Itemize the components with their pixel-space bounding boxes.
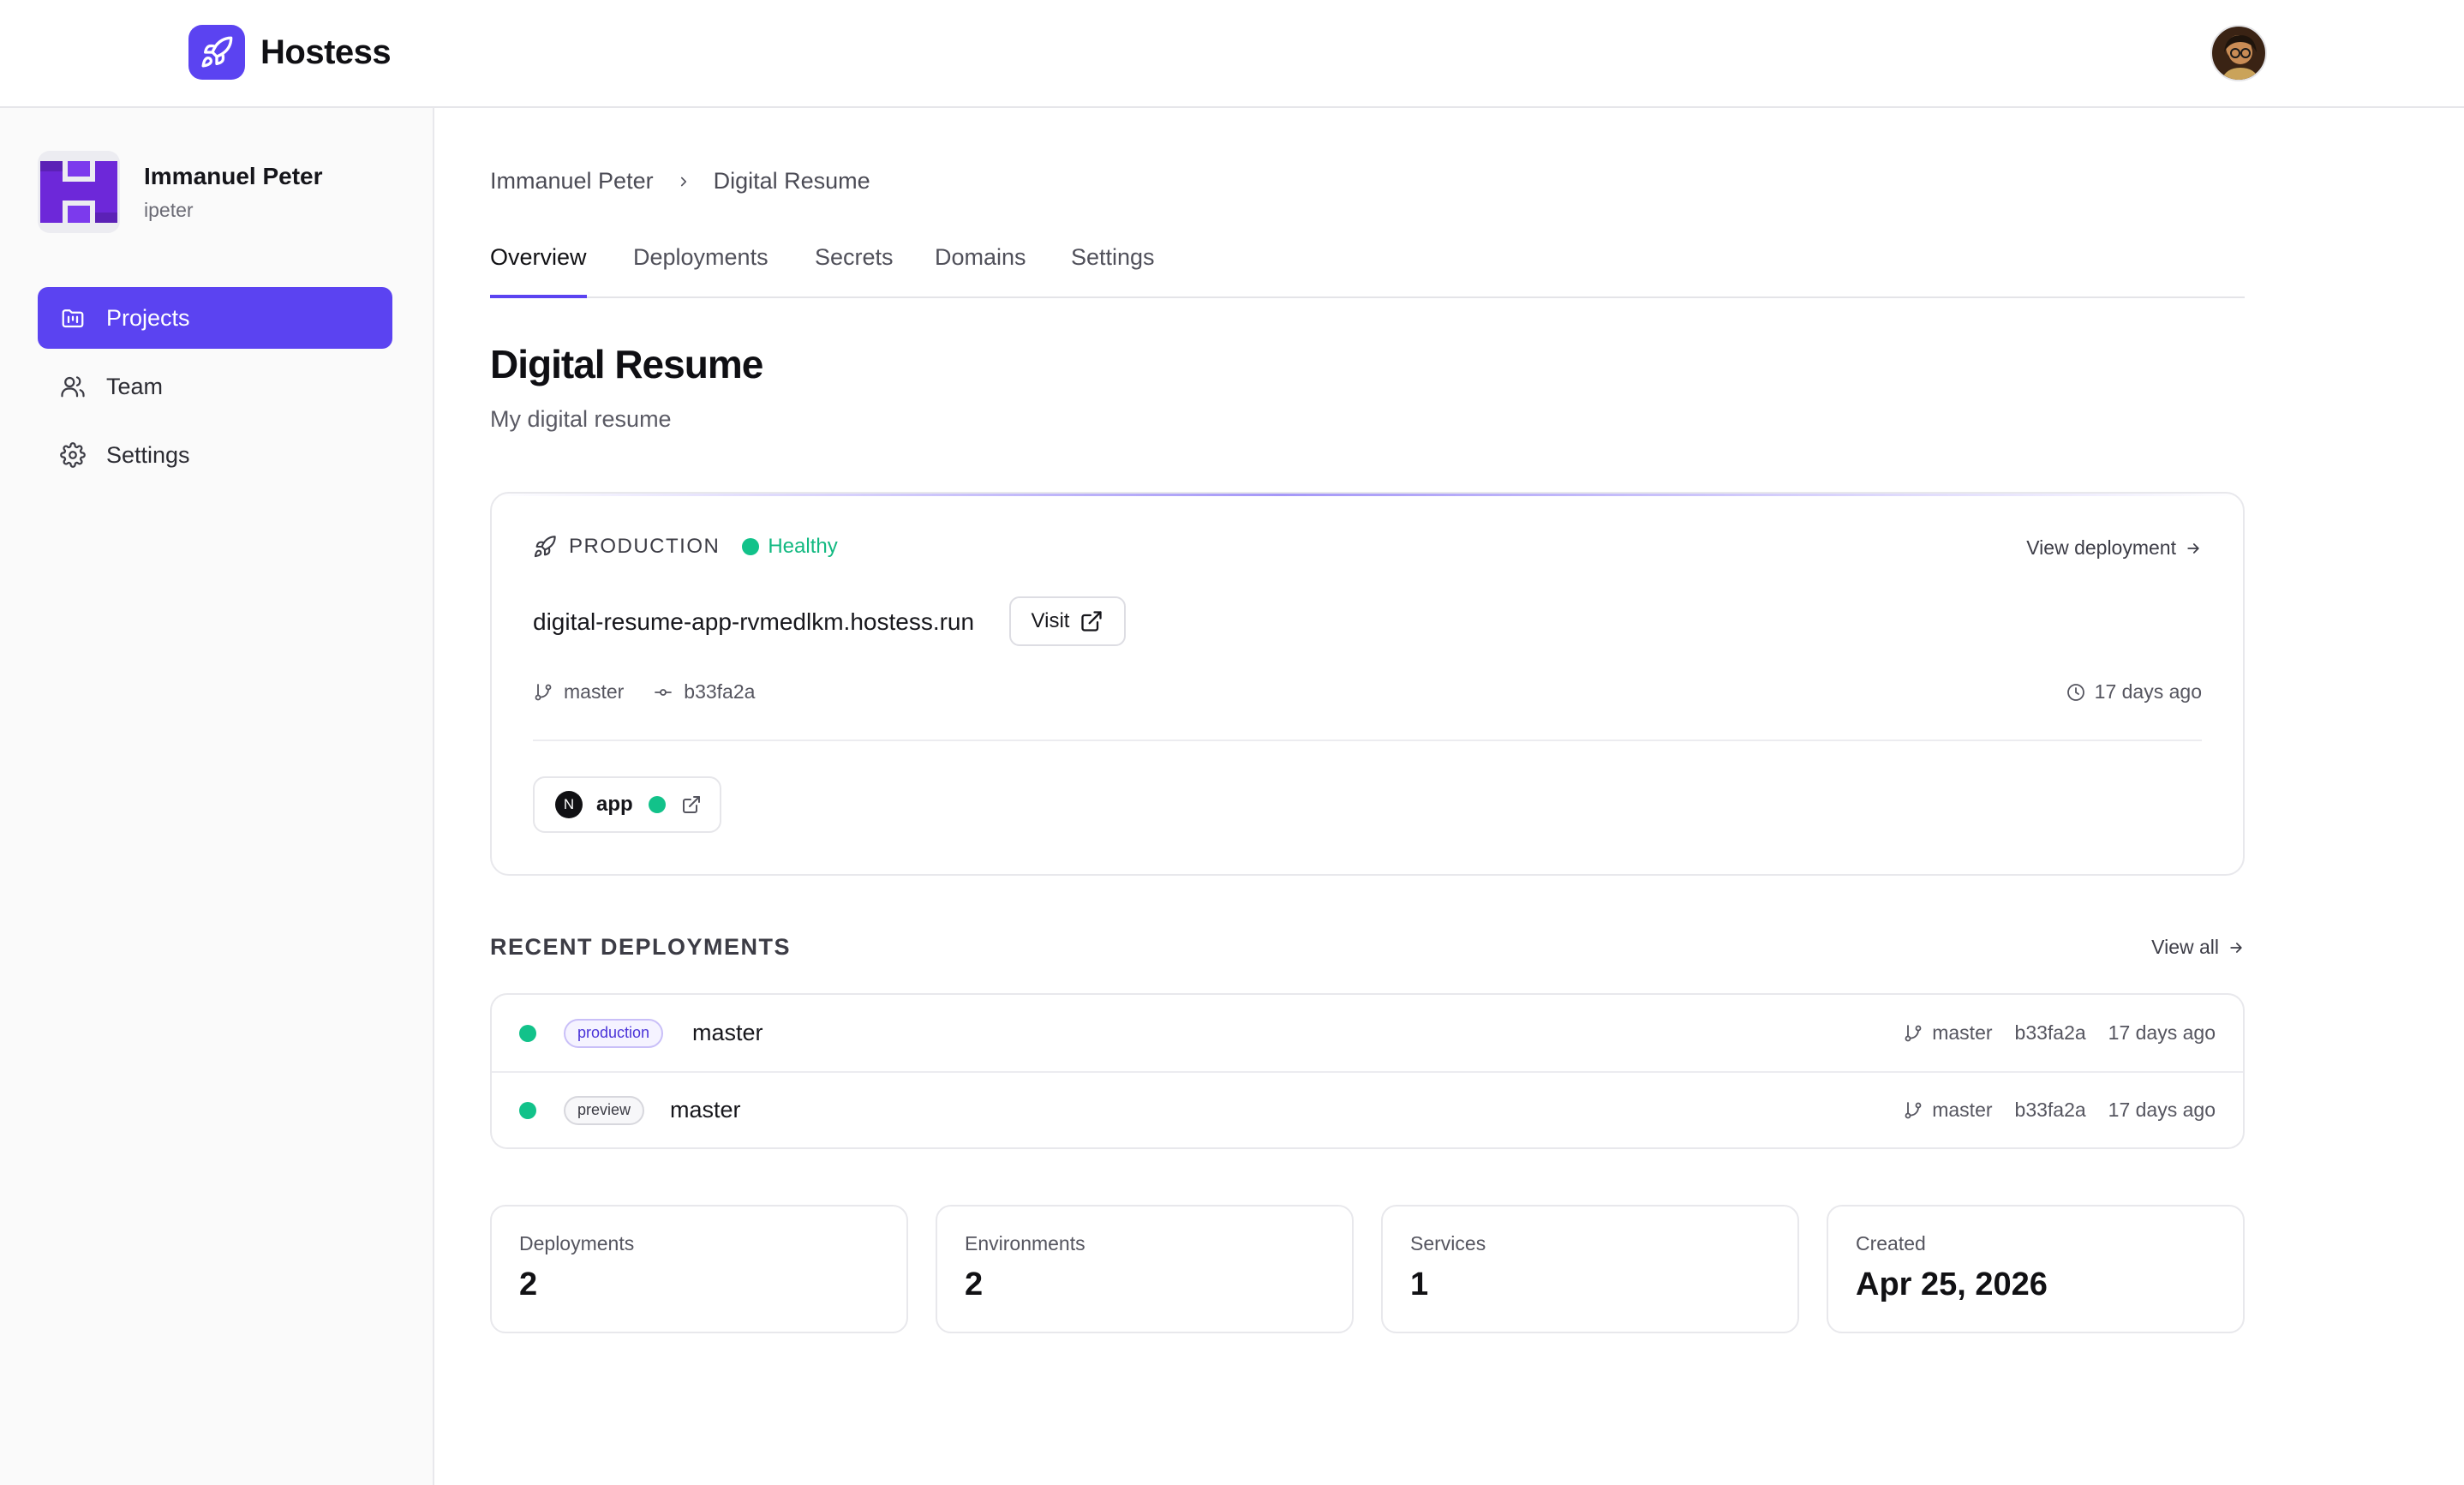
deployments-list: production master master b33fa2a 17 days…	[490, 993, 2245, 1149]
commit-hash: b33fa2a	[2014, 1021, 2086, 1044]
divider	[533, 740, 2202, 741]
stat-label: Environments	[965, 1232, 1085, 1254]
sidebar-item-label: Team	[106, 373, 164, 399]
visit-button-label: Visit	[1031, 609, 1070, 632]
git-branch-icon	[533, 682, 553, 703]
sidebar-item-projects[interactable]: Projects	[38, 287, 392, 349]
gear-icon	[58, 440, 87, 470]
stat-value: 2	[519, 1266, 538, 1302]
environment-badge: production	[564, 1018, 664, 1048]
git-branch-icon	[1903, 1100, 1923, 1121]
chevron-right-icon	[676, 174, 691, 189]
service-name: app	[596, 793, 633, 816]
git-commit-icon	[653, 682, 673, 703]
nextjs-icon: N	[555, 791, 583, 818]
deployment-branch: master	[692, 1020, 763, 1045]
stat-value: 1	[1410, 1266, 1429, 1302]
org-handle: ipeter	[144, 198, 194, 221]
tab-deployments[interactable]: Deployments	[633, 237, 769, 298]
meta-branch: master	[1932, 1099, 1993, 1121]
view-all-link[interactable]: View all	[2151, 936, 2245, 959]
sidebar-item-label: Settings	[106, 441, 190, 468]
status-badge: Healthy	[768, 535, 838, 558]
deployment-meta: master b33fa2a 17 days ago	[1903, 1099, 2216, 1122]
sidebar-item-settings[interactable]: Settings	[38, 424, 392, 486]
folder-icon	[58, 303, 87, 332]
stat-label: Created	[1856, 1232, 1926, 1254]
production-meta: master b33fa2a	[533, 680, 755, 704]
breadcrumb: Immanuel Peter Digital Resume	[490, 168, 870, 195]
visit-button[interactable]: Visit	[1009, 596, 1126, 646]
clock-icon	[2066, 682, 2086, 703]
rocket-icon	[533, 535, 557, 559]
project-description: My digital resume	[490, 406, 672, 432]
top-bar: Hostess	[0, 0, 2464, 108]
sidebar-item-team[interactable]: Team	[38, 356, 392, 417]
deployment-row[interactable]: production master master b33fa2a 17 days…	[492, 995, 2243, 1071]
deployment-row[interactable]: preview master master b33fa2a 17 days ag…	[492, 1071, 2243, 1147]
rocket-logo-icon	[188, 25, 245, 80]
status-dot	[519, 1024, 536, 1042]
stat-created: Created Apr 25, 2026	[1827, 1205, 2245, 1333]
breadcrumb-org-link[interactable]: Immanuel Peter	[490, 168, 654, 195]
stat-deployments: Deployments 2	[490, 1205, 908, 1333]
stat-label: Services	[1410, 1232, 1486, 1254]
tab-domains[interactable]: Domains	[935, 237, 1026, 298]
sidebar-nav: Projects Team Settings	[38, 287, 392, 493]
stat-value: 2	[965, 1266, 984, 1302]
view-deployment-link[interactable]: View deployment	[2026, 536, 2202, 560]
production-card: PRODUCTION Healthy View deployment digit…	[490, 492, 2245, 876]
page-title: Digital Resume	[490, 342, 763, 386]
environment-badge: preview	[564, 1095, 645, 1125]
production-url[interactable]: digital-resume-app-rvmedlkm.hostess.run	[533, 608, 974, 636]
deploy-time: 17 days ago	[2108, 1021, 2216, 1044]
deploy-time-label: 17 days ago	[2094, 680, 2202, 703]
deploy-time: 17 days ago	[2066, 680, 2202, 704]
git-branch-icon	[1903, 1023, 1923, 1044]
deploy-time: 17 days ago	[2108, 1099, 2216, 1121]
sidebar: Immanuel Peter ipeter Projects Team Sett…	[0, 108, 434, 1485]
status-dot	[519, 1101, 536, 1119]
stat-value: Apr 25, 2026	[1856, 1266, 2048, 1302]
view-all-label: View all	[2151, 936, 2219, 958]
status-dot	[742, 538, 760, 555]
arrow-right-icon	[2185, 540, 2202, 557]
sidebar-item-label: Projects	[106, 304, 190, 331]
card-accent-line	[492, 494, 2243, 496]
service-chip[interactable]: N app	[533, 776, 721, 833]
commit-hash: b33fa2a	[2014, 1099, 2086, 1121]
deployment-branch: master	[670, 1097, 741, 1123]
recent-deployments-heading: RECENT DEPLOYMENTS	[490, 934, 792, 960]
branch-name: master	[564, 680, 625, 703]
stat-label: Deployments	[519, 1232, 635, 1254]
view-deployment-label: View deployment	[2026, 536, 2176, 559]
tab-settings[interactable]: Settings	[1071, 237, 1155, 298]
stat-services: Services 1	[1381, 1205, 1799, 1333]
tab-overview[interactable]: Overview	[490, 237, 587, 298]
project-stats: Deployments 2 Environments 2 Services 1 …	[490, 1205, 2245, 1333]
project-tabs: Overview Deployments Secrets Domains Set…	[490, 237, 2245, 298]
external-link-icon[interactable]	[681, 794, 702, 815]
environment-label: PRODUCTION	[569, 535, 721, 558]
service-status-dot	[648, 796, 666, 813]
stat-environments: Environments 2	[936, 1205, 1354, 1333]
deployment-meta: master b33fa2a 17 days ago	[1903, 1021, 2216, 1045]
users-icon	[58, 372, 87, 401]
breadcrumb-current: Digital Resume	[713, 168, 870, 194]
org-name: Immanuel Peter	[144, 162, 323, 189]
tab-secrets[interactable]: Secrets	[815, 237, 894, 298]
arrow-right-icon	[2228, 939, 2245, 956]
org-logo	[38, 151, 120, 233]
commit-hash: b33fa2a	[684, 680, 756, 703]
user-avatar[interactable]	[2210, 25, 2267, 81]
brand[interactable]: Hostess	[188, 25, 392, 80]
brand-name: Hostess	[260, 33, 392, 71]
org-switcher[interactable]: Immanuel Peter ipeter	[38, 151, 323, 233]
external-link-icon	[1079, 609, 1103, 633]
meta-branch: master	[1932, 1021, 1993, 1044]
